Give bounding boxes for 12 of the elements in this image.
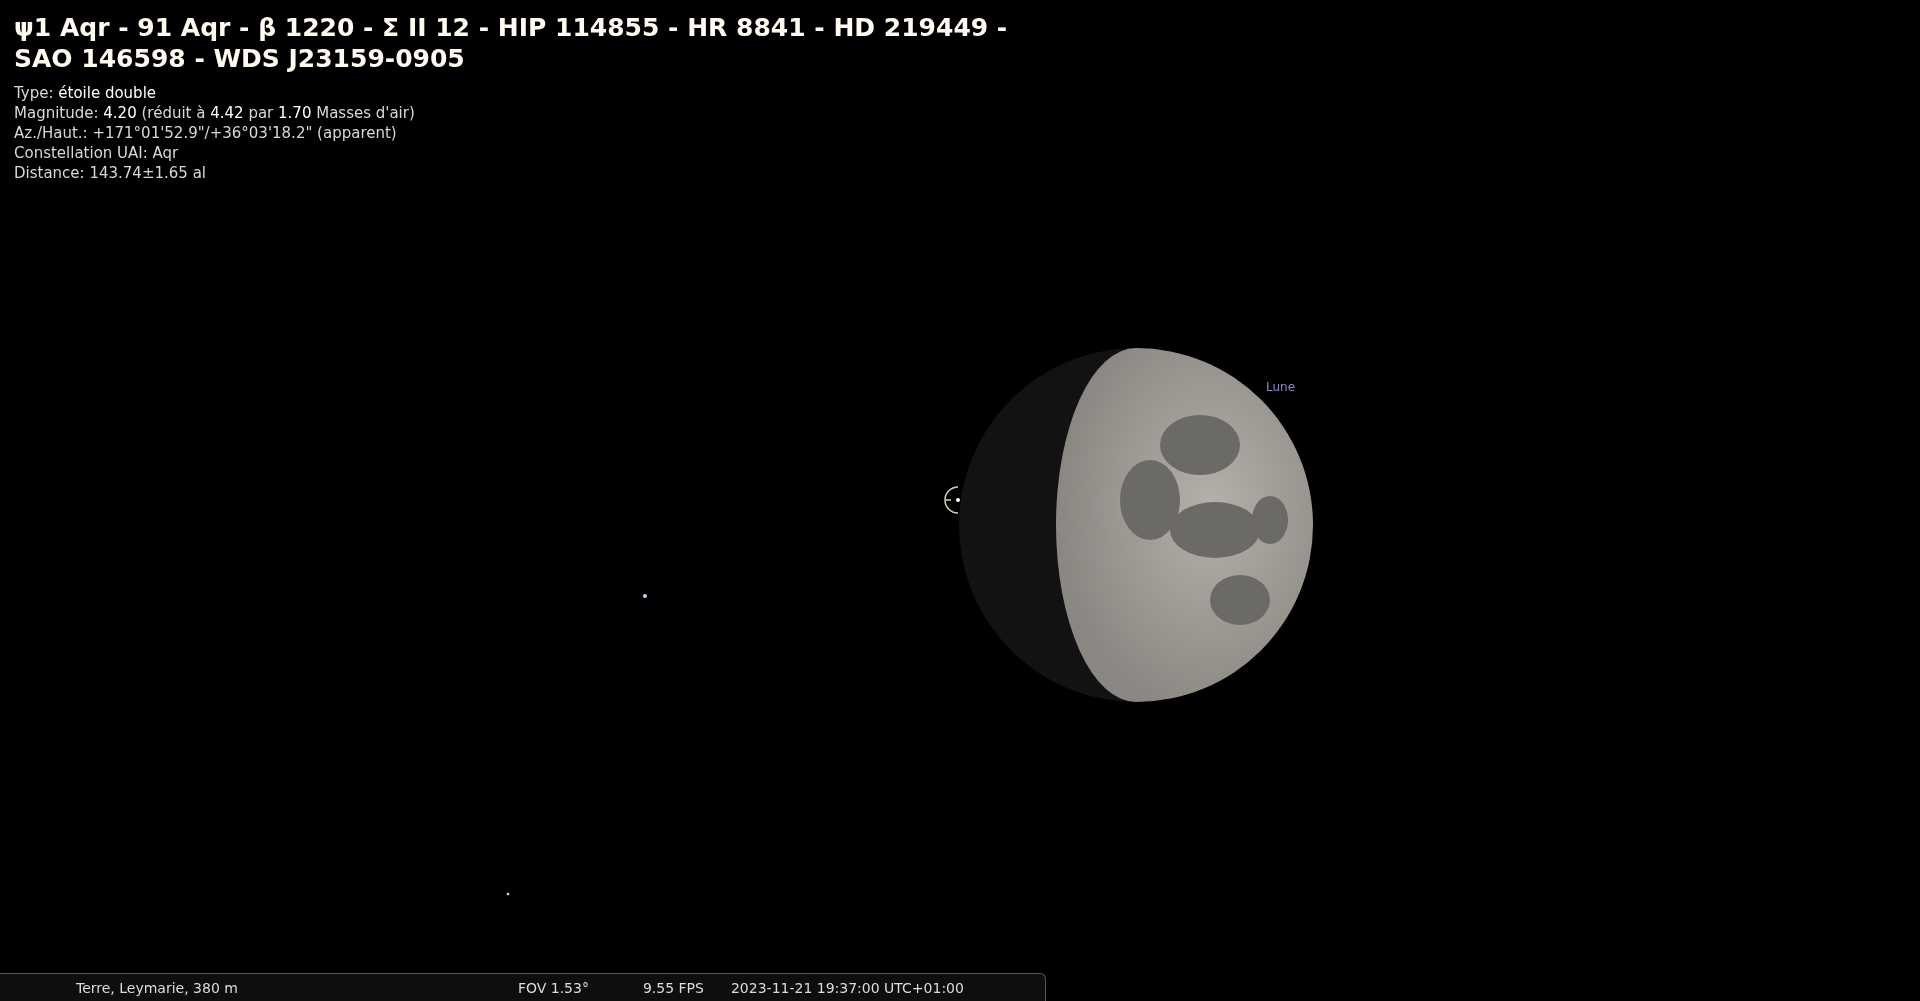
location-text: Terre, Leymarie, 380 m (76, 979, 238, 996)
target-marker-icon (944, 486, 960, 514)
moon-label: Lune (1266, 380, 1296, 394)
info-line: Az./Haut.: +171°01'52.9"/+36°03'18.2" (apparent) (14, 123, 398, 143)
fps-text: 9.55 FPS (642, 979, 704, 996)
info-line: Distance: 143.74±1.65 al (14, 163, 207, 183)
info-line: Magnitude: 4.20 (réduit à 4.42 par 1.70 Masses d'air) (14, 103, 416, 123)
object-title: ψ1 Aqr - 91 Aqr - β 1220 - Σ II 12 - HIP 114855 - HR 8841 - HD 219449 - SAO 146598 - WDS J23159-0905 (14, 12, 1009, 74)
info-line: Constellation UAI: Aqr (14, 143, 180, 163)
fov-text: FOV 1.53° (517, 979, 589, 996)
info-line: Type: étoile double (14, 83, 158, 103)
datetime-text: 2023-11-21 19:37:00 UTC+01:00 (730, 979, 964, 996)
